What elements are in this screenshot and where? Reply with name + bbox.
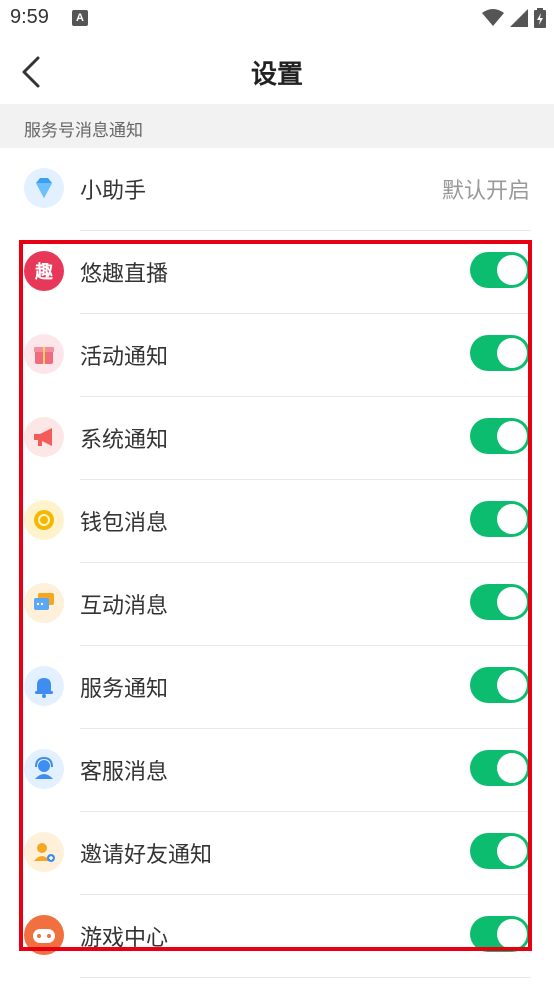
megaphone-icon (24, 417, 64, 457)
setting-row-interaction[interactable]: 互动消息 (0, 563, 554, 646)
status-icons (482, 8, 546, 28)
toggle-knob (497, 670, 527, 700)
toggle-switch[interactable] (470, 667, 530, 703)
svg-text:趣: 趣 (34, 262, 54, 283)
toggle-switch[interactable] (470, 252, 530, 288)
notification-icon: A (72, 10, 88, 26)
toggle-switch[interactable] (470, 750, 530, 786)
setting-label: 客服消息 (80, 760, 169, 785)
setting-row-game-center[interactable]: 游戏中心 (0, 895, 554, 978)
toggle-switch[interactable] (470, 584, 530, 620)
chat-icon (24, 583, 64, 623)
signal-icon (510, 9, 528, 27)
toggle-knob (497, 421, 527, 451)
assistant-status: 默认开启 (441, 179, 530, 204)
coin-icon (24, 500, 64, 540)
toggle-switch[interactable] (470, 335, 530, 371)
status-time: 9:59 (10, 6, 49, 28)
toggle-knob (497, 587, 527, 617)
toggle-knob (497, 753, 527, 783)
toggle-switch[interactable] (470, 916, 530, 952)
toggle-knob (497, 919, 527, 949)
page-title: 设置 (250, 60, 303, 90)
toggle-switch[interactable] (470, 833, 530, 869)
divider (80, 977, 530, 978)
toggle-switch[interactable] (470, 501, 530, 537)
gift-icon (24, 334, 64, 374)
setting-label: 游戏中心 (80, 926, 169, 951)
setting-row-invite[interactable]: 邀请好友通知 (0, 812, 554, 895)
setting-row-wallet[interactable]: 钱包消息 (0, 480, 554, 563)
battery-icon (534, 8, 546, 28)
setting-label: 活动通知 (80, 345, 169, 370)
setting-row-service[interactable]: 服务通知 (0, 646, 554, 729)
header: 设置 (0, 40, 554, 104)
assistant-label: 小助手 (80, 179, 147, 204)
setting-label: 系统通知 (80, 428, 169, 453)
assistant-row[interactable]: 小助手 默认开启 (0, 148, 554, 231)
gamepad-icon (24, 915, 64, 955)
setting-label: 互动消息 (80, 594, 169, 619)
setting-label: 服务通知 (80, 677, 169, 702)
toggle-knob (497, 836, 527, 866)
setting-row-youqu-live[interactable]: 趣 悠趣直播 (0, 231, 554, 314)
diamond-icon (24, 168, 64, 208)
setting-row-customer-service[interactable]: 客服消息 (0, 729, 554, 812)
toggle-switch[interactable] (470, 418, 530, 454)
bell-icon (24, 666, 64, 706)
setting-row-system[interactable]: 系统通知 (0, 397, 554, 480)
toggle-knob (497, 255, 527, 285)
invite-friend-icon (24, 832, 64, 872)
toggle-knob (497, 338, 527, 368)
setting-label: 钱包消息 (80, 511, 169, 536)
setting-row-activity[interactable]: 活动通知 (0, 314, 554, 397)
youqu-live-icon: 趣 (24, 251, 64, 291)
status-bar: 9:59 A (0, 0, 554, 40)
setting-label: 邀请好友通知 (80, 843, 213, 868)
customer-service-icon (24, 749, 64, 789)
wifi-icon (482, 9, 504, 26)
section-header: 服务号消息通知 (0, 104, 554, 148)
toggle-knob (497, 504, 527, 534)
section-label: 服务号消息通知 (24, 121, 143, 141)
setting-label: 悠趣直播 (80, 262, 169, 287)
